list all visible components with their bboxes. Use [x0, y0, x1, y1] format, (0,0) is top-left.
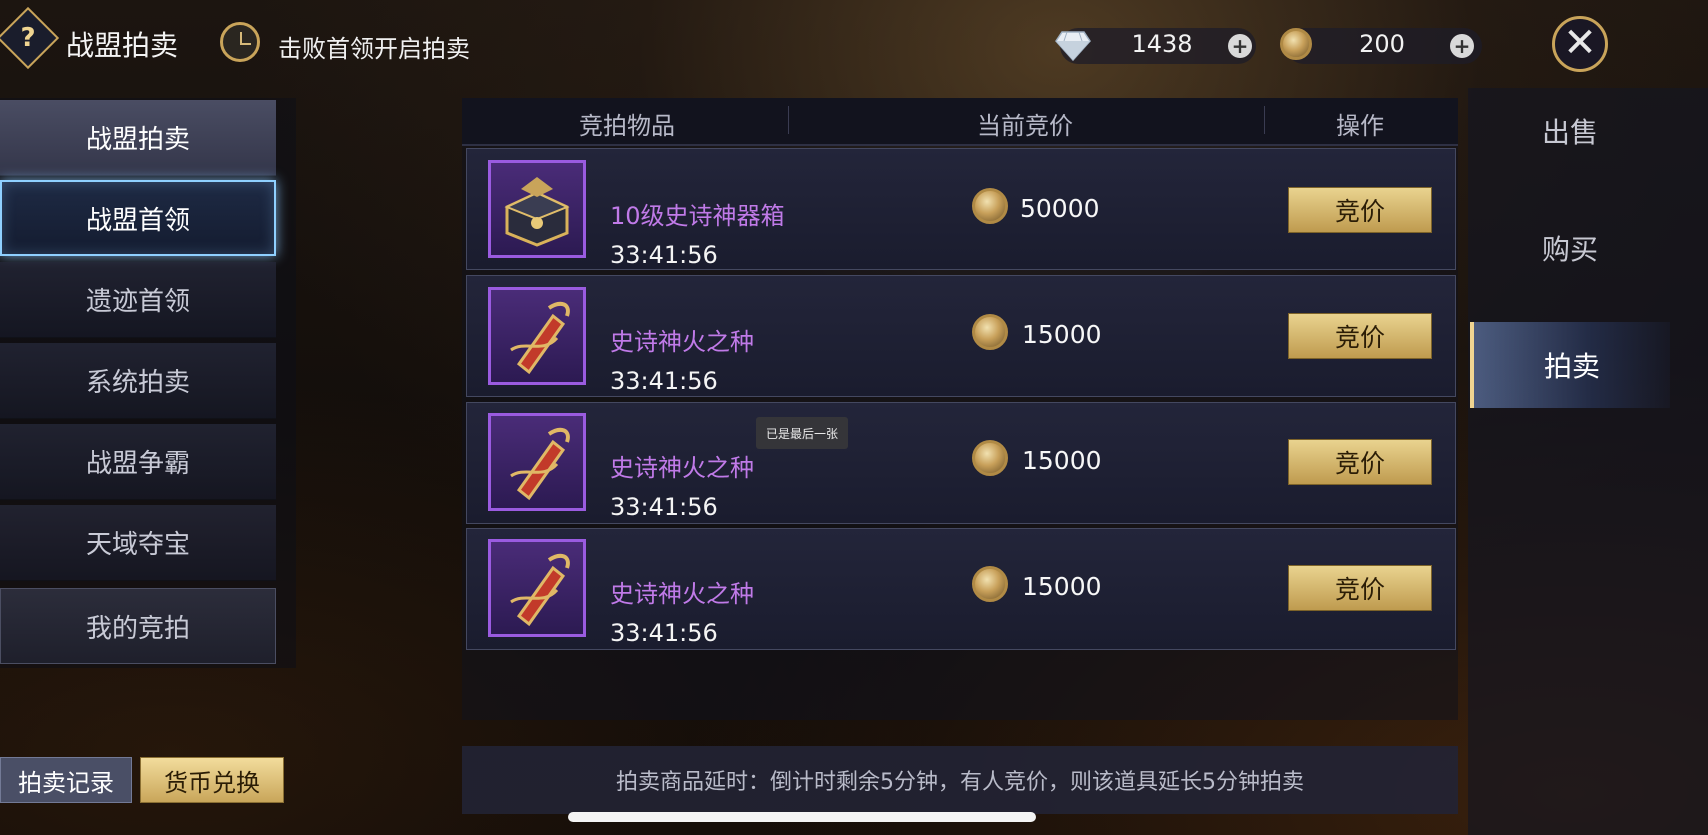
- column-header-action: 操作: [1336, 112, 1384, 140]
- item-name: 史诗神火之种: [610, 580, 754, 608]
- menu-item-alliance-boss[interactable]: 战盟首领: [0, 180, 276, 256]
- alliance-coin-icon: [1280, 28, 1312, 60]
- column-divider: [788, 106, 789, 134]
- tab-auction[interactable]: 拍卖: [1470, 322, 1670, 408]
- fire-seed-icon[interactable]: [488, 413, 586, 511]
- menu-item-system-auction[interactable]: 系统拍卖: [0, 343, 276, 419]
- add-coin-button[interactable]: +: [1450, 34, 1474, 58]
- auction-extension-notice: 拍卖商品延时：倒计时剩余5分钟，有人竞价，则该道具延长5分钟拍卖: [462, 746, 1458, 814]
- item-timer: 33:41:56: [610, 619, 718, 647]
- menu-item-alliance-contest[interactable]: 战盟争霸: [0, 424, 276, 500]
- bid-button[interactable]: 竞价: [1288, 313, 1432, 359]
- fire-seed-icon[interactable]: [488, 287, 586, 385]
- toast-message: 已是最后一张: [756, 417, 848, 449]
- item-name: 史诗神火之种: [610, 328, 754, 356]
- auction-record-button[interactable]: 拍卖记录: [0, 757, 132, 803]
- current-bid: 50000: [1020, 194, 1100, 223]
- help-icon[interactable]: ?: [6, 16, 50, 60]
- coin-icon: [972, 314, 1008, 350]
- bid-button[interactable]: 竞价: [1288, 565, 1432, 611]
- column-header-price: 当前竞价: [977, 112, 1073, 140]
- clock-icon: [220, 22, 260, 62]
- bid-button[interactable]: 竞价: [1288, 187, 1432, 233]
- page-title: 战盟拍卖: [66, 29, 179, 62]
- tab-buy[interactable]: 购买: [1470, 205, 1670, 291]
- artifact-chest-icon[interactable]: [488, 160, 586, 258]
- column-divider: [1264, 106, 1265, 134]
- currency-exchange-button[interactable]: 货币兑换: [140, 757, 284, 803]
- boss-tip-text: 击败首领开启拍卖: [278, 35, 470, 63]
- add-diamond-button[interactable]: +: [1228, 34, 1252, 58]
- coin-icon: [972, 188, 1008, 224]
- diamond-icon: [1055, 31, 1091, 62]
- item-name: 史诗神火之种: [610, 454, 754, 482]
- coin-icon: [972, 566, 1008, 602]
- diamond-value: 1438: [1131, 30, 1193, 58]
- item-timer: 33:41:56: [610, 493, 718, 521]
- current-bid: 15000: [1022, 572, 1102, 601]
- current-bid: 15000: [1022, 320, 1102, 349]
- menu-item-my-bids[interactable]: 我的竞拍: [0, 588, 276, 664]
- menu-item-sky-treasure[interactable]: 天域夺宝: [0, 505, 276, 581]
- bid-button[interactable]: 竞价: [1288, 439, 1432, 485]
- close-button[interactable]: ✕: [1552, 16, 1608, 72]
- menu-item-ruins-boss[interactable]: 遗迹首领: [0, 262, 276, 338]
- coin-value: 200: [1359, 30, 1405, 58]
- right-tab-panel: [1468, 88, 1708, 835]
- home-indicator[interactable]: [568, 812, 1036, 822]
- menu-item-alliance-auction[interactable]: 战盟拍卖: [0, 100, 276, 176]
- item-name: 10级史诗神器箱: [610, 202, 785, 230]
- column-header-item: 竞拍物品: [579, 112, 675, 140]
- item-timer: 33:41:56: [610, 241, 718, 269]
- fire-seed-icon[interactable]: [488, 539, 586, 637]
- coin-icon: [972, 440, 1008, 476]
- current-bid: 15000: [1022, 446, 1102, 475]
- item-timer: 33:41:56: [610, 367, 718, 395]
- tab-sell[interactable]: 出售: [1470, 88, 1670, 174]
